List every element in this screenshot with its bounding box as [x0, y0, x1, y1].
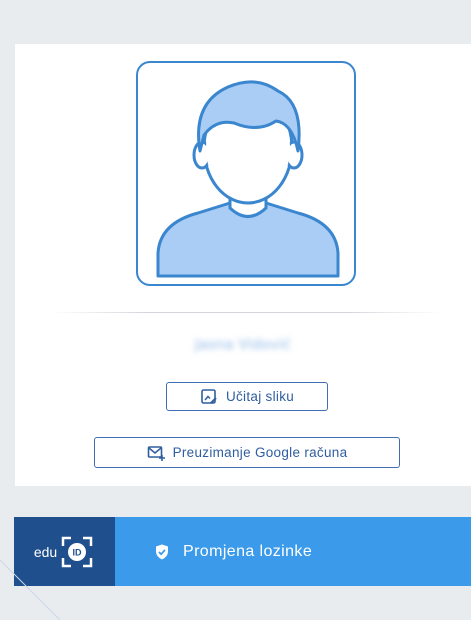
password-change-button[interactable]: Promjena lozinke: [155, 517, 312, 586]
mail-plus-icon: [147, 444, 165, 462]
upload-photo-label: Učitaj sliku: [225, 389, 295, 404]
avatar-frame: [136, 61, 356, 286]
profile-card: Jasna Vidović Učitaj sliku Preuzimanje G…: [15, 44, 471, 486]
user-silhouette-icon: [156, 80, 340, 278]
id-badge-icon: ID: [61, 536, 93, 567]
user-name: Jasna Vidović: [194, 337, 292, 353]
shield-check-icon: [156, 544, 168, 559]
upload-photo-button[interactable]: Učitaj sliku: [166, 382, 328, 411]
divider: [49, 312, 443, 313]
decorative-curve: [0, 560, 60, 620]
google-account-button[interactable]: Preuzimanje Google računa: [94, 437, 400, 468]
google-account-label: Preuzimanje Google računa: [172, 445, 348, 460]
bottom-bar: edu ID Promjena lozinke: [14, 517, 471, 586]
logo-text: edu: [33, 543, 58, 560]
logo-id-text: ID: [73, 547, 83, 557]
image-edit-icon: [200, 388, 218, 406]
password-change-label: Promjena lozinke: [183, 542, 313, 560]
